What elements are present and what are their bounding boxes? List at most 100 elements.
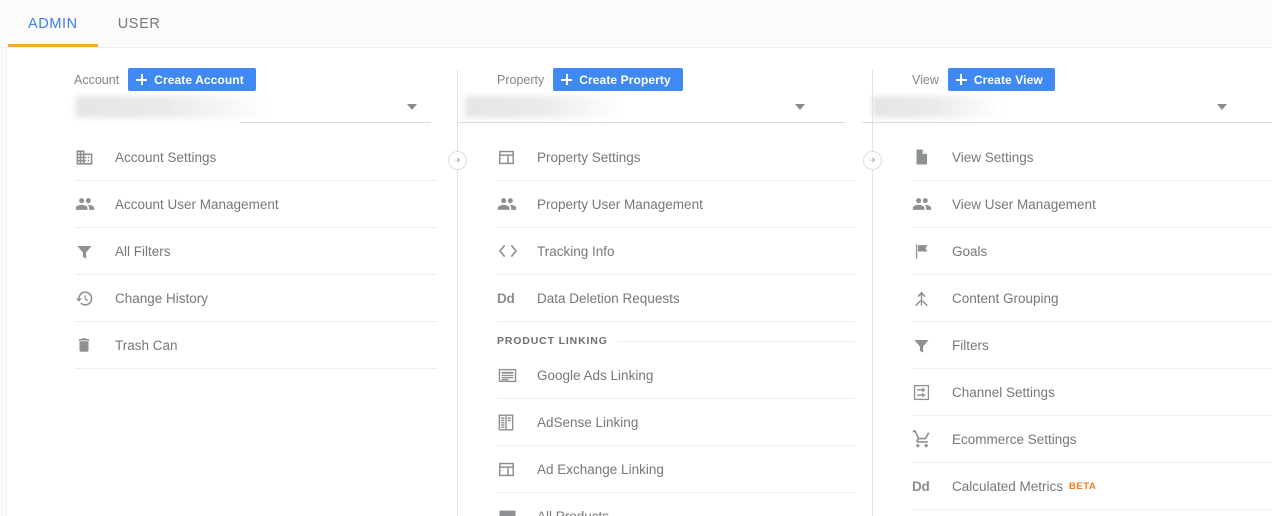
account-column: Account Create Account Account Settings …	[7, 48, 457, 516]
view-column-label: View	[912, 72, 939, 87]
menu-item-property-settings[interactable]: Property Settings	[497, 134, 855, 181]
code-brackets-icon	[497, 242, 537, 260]
menu-item-account-settings[interactable]: Account Settings	[75, 134, 437, 181]
people-group-icon	[912, 194, 952, 214]
property-column-label: Property	[497, 72, 545, 87]
plus-icon	[955, 74, 967, 85]
menu-item-label: Google Ads Linking	[537, 367, 654, 383]
create-property-label: Create Property	[579, 72, 671, 87]
tab-user-label: USER	[117, 15, 161, 32]
menu-item-label: Ecommerce Settings	[952, 431, 1077, 447]
plus-icon	[561, 74, 573, 85]
shopping-cart-icon	[912, 429, 952, 449]
menu-item-label: Property Settings	[537, 149, 641, 165]
menu-item-calculated-metrics[interactable]: Dd Calculated Metrics BETA	[912, 463, 1272, 510]
menu-item-property-user-management[interactable]: Property User Management	[497, 181, 855, 228]
menu-item-label: View User Management	[952, 196, 1096, 212]
view-column-header: View Create View	[912, 68, 1055, 91]
create-view-label: Create View	[973, 72, 1043, 87]
menu-item-channel-settings[interactable]: Channel Settings	[912, 369, 1272, 416]
funnel-icon	[912, 336, 952, 355]
building-icon	[75, 148, 115, 167]
menu-item-label: Property User Management	[537, 196, 703, 212]
tab-user[interactable]: USER	[98, 0, 181, 47]
create-account-button[interactable]: Create Account	[128, 68, 256, 91]
property-selector-underline	[457, 122, 845, 123]
menu-item-tracking-info[interactable]: Tracking Info	[497, 228, 855, 275]
trash-icon	[75, 336, 115, 354]
menu-item-data-deletion-requests[interactable]: Dd Data Deletion Requests	[497, 275, 855, 322]
account-menu: Account Settings Account User Management	[75, 134, 437, 369]
menu-item-label: Filters	[952, 337, 989, 353]
menu-item-label: Content Grouping	[952, 290, 1059, 306]
menu-item-ecommerce-settings[interactable]: Ecommerce Settings	[912, 416, 1272, 463]
menu-item-label: Tracking Info	[537, 243, 615, 259]
people-group-icon	[497, 194, 537, 214]
view-selector[interactable]	[862, 96, 1272, 123]
menu-item-label: Data Deletion Requests	[537, 290, 680, 306]
menu-item-change-history[interactable]: Change History	[75, 275, 437, 322]
property-selector-value-redacted	[465, 96, 625, 118]
property-column-header: Property Create Property	[497, 68, 683, 91]
chevron-down-icon	[407, 104, 417, 110]
menu-item-label: Account Settings	[115, 149, 217, 165]
property-column: Property Create Property Property Settin…	[457, 48, 872, 516]
plus-icon	[136, 74, 148, 85]
menu-item-label: Ad Exchange Linking	[537, 461, 664, 477]
menu-item-label: View Settings	[952, 149, 1034, 165]
admin-columns: Account Create Account Account Settings …	[7, 48, 1272, 516]
account-selector[interactable]	[27, 96, 437, 123]
account-column-header: Account Create Account	[74, 68, 256, 91]
dd-glyph-icon: Dd	[497, 290, 515, 306]
adsense-columns-box-icon	[497, 413, 537, 432]
create-view-button[interactable]: Create View	[947, 68, 1055, 91]
menu-item-all-filters[interactable]: All Filters	[75, 228, 437, 275]
menu-item-label: All Filters	[115, 243, 171, 259]
menu-item-view-user-management[interactable]: View User Management	[912, 181, 1272, 228]
menu-item-ad-exchange-linking[interactable]: Ad Exchange Linking	[497, 446, 855, 493]
tab-admin[interactable]: ADMIN	[8, 0, 98, 47]
chevron-down-icon	[795, 104, 805, 110]
account-selector-underline	[240, 122, 431, 123]
menu-item-label: Calculated Metrics	[952, 478, 1064, 494]
create-property-button[interactable]: Create Property	[553, 68, 683, 91]
property-menu: Property Settings Property User Manageme…	[497, 134, 855, 516]
view-column: View Create View View Settings View User…	[862, 48, 1272, 516]
property-selector[interactable]	[457, 96, 845, 123]
funnel-icon	[75, 242, 115, 261]
menu-item-content-grouping[interactable]: Content Grouping	[912, 275, 1272, 322]
view-selector-value-redacted	[872, 96, 1002, 118]
menu-item-label: Channel Settings	[952, 384, 1055, 400]
view-menu: View Settings View User Management Goals…	[912, 134, 1272, 510]
layout-panel-icon	[497, 148, 537, 167]
menu-item-goals[interactable]: Goals	[912, 228, 1272, 275]
admin-page: ADMIN USER Account Create Account Accoun…	[0, 0, 1272, 516]
menu-item-google-ads-linking[interactable]: Google Ads Linking	[497, 352, 855, 399]
account-column-label: Account	[74, 72, 120, 87]
flag-icon	[912, 242, 952, 261]
all-products-box-icon	[497, 508, 537, 516]
document-icon	[912, 148, 952, 166]
menu-item-view-settings[interactable]: View Settings	[912, 134, 1272, 181]
menu-item-label: Account User Management	[115, 196, 279, 212]
beta-badge: BETA	[1069, 480, 1097, 492]
menu-item-all-products[interactable]: All Products	[497, 493, 855, 516]
view-selector-underline	[862, 122, 1272, 123]
menu-item-label: Goals	[952, 243, 988, 259]
create-account-label: Create Account	[154, 72, 244, 87]
clock-history-icon	[75, 289, 115, 308]
menu-item-account-user-management[interactable]: Account User Management	[75, 181, 437, 228]
menu-item-label: Trash Can	[115, 337, 178, 353]
menu-item-adsense-linking[interactable]: AdSense Linking	[497, 399, 855, 446]
menu-item-trash-can[interactable]: Trash Can	[75, 322, 437, 369]
menu-item-filters[interactable]: Filters	[912, 322, 1272, 369]
menu-item-label: Change History	[115, 290, 209, 306]
channel-arrows-box-icon	[912, 383, 952, 402]
page-left-gutter	[0, 0, 7, 516]
chevron-down-icon	[1217, 104, 1227, 110]
product-linking-title: PRODUCT LINKING	[497, 335, 608, 347]
ads-lines-box-icon	[497, 367, 537, 384]
menu-item-label: All Products	[537, 508, 610, 516]
menu-item-label: AdSense Linking	[537, 414, 639, 430]
people-group-icon	[75, 194, 115, 214]
